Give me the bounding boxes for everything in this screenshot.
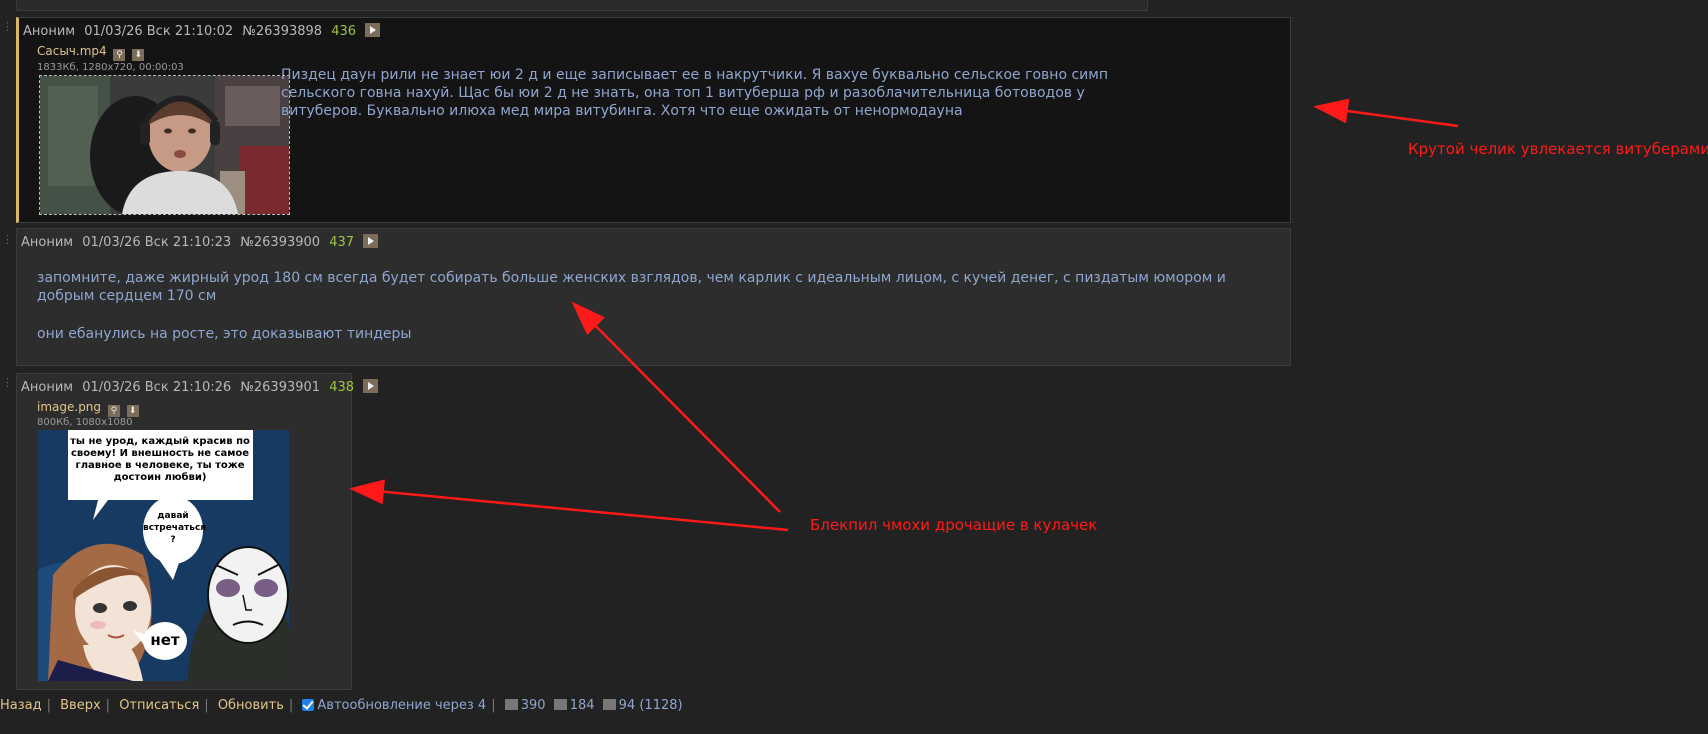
- refresh-link[interactable]: Обновить: [218, 698, 284, 713]
- post-date: 01/03/26 Вск 21:10:02: [84, 24, 234, 39]
- images-count: 184: [569, 698, 595, 713]
- reply-count[interactable]: 438: [329, 380, 354, 395]
- play-icon[interactable]: [363, 379, 379, 393]
- post-26393901: Аноним 01/03/26 Вск 21:10:26 №26393901 4…: [16, 373, 379, 690]
- posts-icon: [504, 699, 518, 710]
- autorefresh-label: Автообновление через 4: [317, 698, 487, 713]
- posters-count: 94 (1128): [618, 698, 683, 713]
- post-header: Аноним 01/03/26 Вск 21:10:26 №26393901 4…: [21, 379, 383, 396]
- search-icon[interactable]: ⚲: [107, 405, 120, 417]
- post-26393900: Аноним 01/03/26 Вск 21:10:23 №26393900 4…: [16, 228, 1291, 366]
- reply-count[interactable]: 437: [329, 235, 354, 250]
- images-icon: [553, 699, 567, 710]
- unsubscribe-link[interactable]: Отписаться: [119, 698, 199, 713]
- file-name-link[interactable]: image.png: [37, 400, 101, 414]
- post-number-link[interactable]: №26393898: [242, 24, 322, 39]
- post-26393898: Аноним 01/03/26 Вск 21:10:02 №26393898 4…: [16, 17, 1291, 223]
- file-info: image.png ⚲ ⬇: [37, 400, 139, 417]
- annotation-text-1: Крутой челик увлекается витуберами: [1408, 140, 1708, 158]
- post-author: Аноним: [21, 235, 74, 250]
- comic-bubble-ask: давай встречаться ?: [143, 511, 207, 545]
- post-number-link[interactable]: №26393901: [240, 380, 320, 395]
- search-icon[interactable]: ⚲: [113, 49, 126, 61]
- arrow-to-post-1: [1313, 98, 1459, 128]
- video-thumbnail-image: [40, 76, 289, 214]
- posters-icon: [602, 699, 616, 710]
- post-author: Аноним: [23, 24, 76, 39]
- file-meta: 800Кб, 1080x1080: [37, 417, 133, 428]
- comic-bubble-no: нет: [150, 631, 180, 649]
- download-icon[interactable]: ⬇: [132, 49, 145, 61]
- post-header: Аноним 01/03/26 Вск 21:10:23 №26393900 4…: [21, 234, 383, 251]
- post-paragraph: запомните, даже жирный урод 180 см всегд…: [37, 270, 1226, 304]
- post-author: Аноним: [21, 380, 74, 395]
- posts-count: 390: [520, 698, 546, 713]
- file-meta: 1833Кб, 1280x720, 00:00:03: [37, 62, 184, 73]
- back-link[interactable]: Назад: [0, 698, 42, 713]
- post-date: 01/03/26 Вск 21:10:23: [82, 235, 232, 250]
- video-thumbnail[interactable]: [39, 75, 290, 215]
- post-number-link[interactable]: №26393900: [240, 235, 320, 250]
- autorefresh-checkbox[interactable]: [302, 699, 315, 711]
- post-paragraph: они ебанулись на росте, это доказывают т…: [37, 326, 412, 342]
- file-name-link[interactable]: Сасыч.mp4: [37, 44, 107, 58]
- reply-count[interactable]: 436: [331, 24, 356, 39]
- post-header: Аноним 01/03/26 Вск 21:10:02 №26393898 4…: [23, 23, 385, 40]
- play-icon[interactable]: [365, 23, 381, 37]
- post-message: Пиздец даун рили не знает юи 2 д и еще з…: [281, 67, 1108, 119]
- post-message: запомните, даже жирный урод 180 см всегд…: [37, 269, 1237, 343]
- file-info: Сасыч.mp4 ⚲ ⬇: [37, 44, 145, 61]
- comic-bubble-main: ты не урод, каждый красив по своему! И в…: [70, 436, 250, 483]
- previous-post-edge: [16, 0, 1148, 11]
- download-icon[interactable]: ⬇: [126, 405, 139, 417]
- annotation-text-2: Блекпил чмохи дрочащие в кулачек: [810, 516, 1098, 534]
- up-link[interactable]: Вверх: [60, 698, 101, 713]
- arrow-to-post-3: [349, 479, 789, 532]
- play-icon[interactable]: [363, 234, 379, 248]
- post-date: 01/03/26 Вск 21:10:26: [82, 380, 232, 395]
- thread-footer-nav: Назад | Вверх | Отписаться | Обновить | Авто…: [0, 698, 683, 713]
- comic-image[interactable]: ты не урод, каждый красив по своему! И в…: [38, 430, 289, 681]
